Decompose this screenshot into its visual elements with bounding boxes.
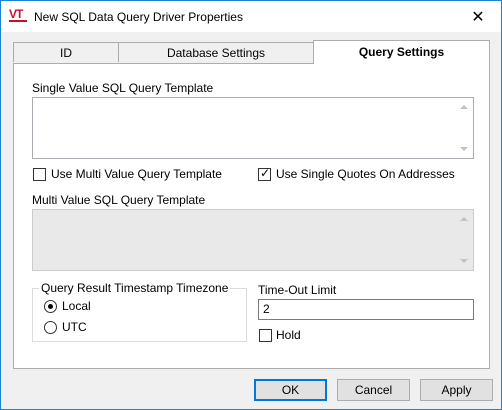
radio-utc-label: UTC <box>62 320 87 334</box>
use-multi-label: Use Multi Value Query Template <box>51 167 222 181</box>
radio-selected-dot <box>48 304 53 309</box>
timezone-group-title: Query Result Timestamp Timezone <box>39 281 231 295</box>
close-icon: ✕ <box>471 8 485 26</box>
scroll-up-icon[interactable] <box>460 217 468 221</box>
tab-id[interactable]: ID <box>13 42 119 62</box>
timeout-input[interactable]: 2 <box>258 299 474 320</box>
timeout-label: Time-Out Limit <box>258 283 337 297</box>
ok-button[interactable]: OK <box>254 379 327 401</box>
multi-query-scrollbar[interactable] <box>456 210 473 270</box>
scroll-down-icon[interactable] <box>460 147 468 151</box>
cancel-button[interactable]: Cancel <box>337 379 410 401</box>
radio-local-label: Local <box>62 299 91 313</box>
scroll-up-icon[interactable] <box>460 105 468 109</box>
single-query-textarea[interactable] <box>32 97 474 159</box>
hold-label: Hold <box>276 328 301 342</box>
dialog-window: VT New SQL Data Query Driver Properties … <box>0 0 502 410</box>
scroll-down-icon[interactable] <box>460 259 468 263</box>
multi-query-textarea[interactable] <box>32 209 474 271</box>
use-multi-checkbox[interactable] <box>33 168 46 181</box>
app-logo-icon: VT <box>9 8 27 24</box>
tab-query-settings[interactable]: Query Settings <box>313 40 490 64</box>
checkmark-icon: ✓ <box>260 166 271 180</box>
radio-local[interactable] <box>44 300 57 313</box>
single-query-label: Single Value SQL Query Template <box>32 81 214 95</box>
tab-database-settings[interactable]: Database Settings <box>118 42 314 62</box>
single-query-scrollbar[interactable] <box>456 98 473 158</box>
apply-button[interactable]: Apply <box>420 379 493 401</box>
multi-query-label: Multi Value SQL Query Template <box>32 193 206 207</box>
title-bar: VT New SQL Data Query Driver Properties … <box>1 1 501 32</box>
hold-checkbox[interactable] <box>259 329 272 342</box>
radio-utc[interactable] <box>44 321 57 334</box>
use-single-quotes-checkbox[interactable]: ✓ <box>258 166 271 181</box>
close-button[interactable]: ✕ <box>455 1 501 32</box>
use-single-quotes-label: Use Single Quotes On Addresses <box>276 167 455 181</box>
timezone-groupbox: Query Result Timestamp Timezone Local UT… <box>32 281 247 342</box>
query-settings-panel: Single Value SQL Query Template Use Mult… <box>13 63 490 369</box>
window-title: New SQL Data Query Driver Properties <box>34 10 243 24</box>
